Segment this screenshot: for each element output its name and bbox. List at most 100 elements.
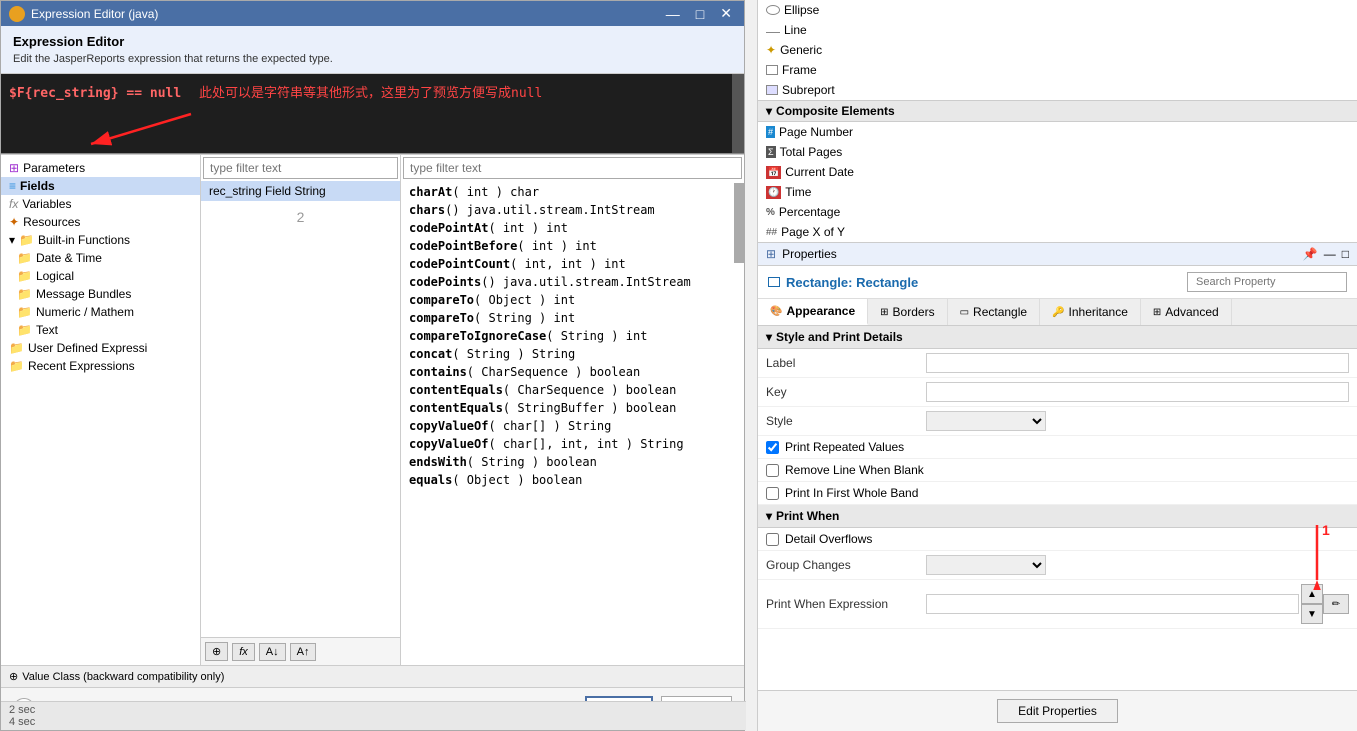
editor-title: Expression Editor <box>13 34 732 49</box>
composite-percentage[interactable]: % Percentage <box>758 202 1357 222</box>
methods-scrollbar-thumb[interactable] <box>734 183 744 263</box>
inheritance-tab-icon: 🔑 <box>1052 307 1064 318</box>
search-property-input[interactable] <box>1187 272 1347 292</box>
method-copyValueOf-arr-int-int[interactable]: copyValueOf( char[], int, int ) String <box>405 435 740 453</box>
tree-label-messagebundles: Message Bundles <box>36 287 131 301</box>
tree-item-builtins[interactable]: ▾ 📁 Built-in Functions <box>1 231 200 249</box>
composite-elements-label: Composite Elements <box>776 104 895 118</box>
middle-filter-input[interactable] <box>203 157 398 179</box>
method-endsWith[interactable]: endsWith( String ) boolean <box>405 453 740 471</box>
prop-min-button[interactable]: — <box>1324 247 1336 261</box>
methods-list: charAt( int ) char chars() java.util.str… <box>401 181 744 665</box>
line-icon <box>766 32 780 33</box>
svg-text:1: 1 <box>1322 522 1330 538</box>
method-compareTo-string[interactable]: compareTo( String ) int <box>405 309 740 327</box>
tree-item-recent[interactable]: 📁 Recent Expressions <box>1 357 200 375</box>
composite-current-date[interactable]: 📅 Current Date <box>758 162 1357 182</box>
percentage-icon: % <box>766 207 775 218</box>
element-frame[interactable]: Frame <box>758 60 1357 80</box>
composite-elements-header[interactable]: ▾ Composite Elements <box>758 101 1357 122</box>
tree-item-numeric[interactable]: 📁 Numeric / Mathem <box>1 303 200 321</box>
edit-properties-button[interactable]: Edit Properties <box>997 699 1118 723</box>
tree-item-fields[interactable]: ≡ Fields <box>1 177 200 195</box>
tree-label-datetime: Date & Time <box>36 251 102 265</box>
element-generic[interactable]: ✦ Generic <box>758 40 1357 60</box>
element-ellipse[interactable]: Ellipse <box>758 0 1357 20</box>
appearance-tab-icon: 🎨 <box>770 306 782 317</box>
method-equals[interactable]: equals( Object ) boolean <box>405 471 740 489</box>
composite-time-label: Time <box>785 185 811 199</box>
tree-label-text: Text <box>36 323 58 337</box>
composite-page-x-of-y[interactable]: ## Page X of Y <box>758 222 1357 242</box>
tree-item-userdefined[interactable]: 📁 User Defined Expressi <box>1 339 200 357</box>
print-first-band-checkbox[interactable] <box>766 487 779 500</box>
window-titlebar: Expression Editor (java) — □ ✕ <box>1 1 744 26</box>
method-copyValueOf-arr[interactable]: copyValueOf( char[] ) String <box>405 417 740 435</box>
close-button[interactable]: ✕ <box>716 5 736 22</box>
maximize-button[interactable]: □ <box>692 6 708 22</box>
tab-appearance[interactable]: 🎨 Appearance <box>758 299 868 325</box>
status-bar: 2 sec 4 sec <box>1 701 746 730</box>
method-contains[interactable]: contains( CharSequence ) boolean <box>405 363 740 381</box>
toolbar-fx-btn[interactable]: fx <box>232 643 255 661</box>
tab-rectangle[interactable]: ▭ Rectangle <box>948 299 1041 325</box>
method-codePointAt[interactable]: codePointAt( int ) int <box>405 219 740 237</box>
method-codePointBefore[interactable]: codePointBefore( int ) int <box>405 237 740 255</box>
prop-pin-button[interactable]: 📌 <box>1303 247 1318 261</box>
expr-edit-button[interactable]: ✏ <box>1323 594 1349 614</box>
tree-item-datetime[interactable]: 📁 Date & Time <box>1 249 200 267</box>
window-icon <box>9 6 25 22</box>
composite-time[interactable]: 🕐 Time <box>758 182 1357 202</box>
expr-scroll-down[interactable]: ▼ <box>1301 604 1323 624</box>
filter-item-recstring[interactable]: rec_string Field String <box>201 181 400 201</box>
tab-advanced[interactable]: ⊞ Advanced <box>1141 299 1232 325</box>
tab-borders[interactable]: ⊞ Borders <box>868 299 947 325</box>
tree-item-resources[interactable]: ✦ Resources <box>1 213 200 231</box>
time-icon: 🕐 <box>766 186 781 199</box>
element-subreport[interactable]: Subreport <box>758 80 1357 100</box>
method-compareToIgnoreCase[interactable]: compareToIgnoreCase( String ) int <box>405 327 740 345</box>
method-chars[interactable]: chars() java.util.stream.IntStream <box>405 201 740 219</box>
key-input[interactable] <box>926 382 1349 402</box>
method-codePoints[interactable]: codePoints() java.util.stream.IntStream <box>405 273 740 291</box>
tree-item-messagebundles[interactable]: 📁 Message Bundles <box>1 285 200 303</box>
style-section-header[interactable]: ▾ Style and Print Details <box>758 326 1357 349</box>
method-codePointCount[interactable]: codePointCount( int, int ) int <box>405 255 740 273</box>
remove-line-label: Remove Line When Blank <box>785 463 924 477</box>
tree-item-text[interactable]: 📁 Text <box>1 321 200 339</box>
element-line[interactable]: Line <box>758 20 1357 40</box>
status-line-2: 4 sec <box>9 716 738 728</box>
method-contentEquals-stringbuf[interactable]: contentEquals( StringBuffer ) boolean <box>405 399 740 417</box>
print-repeated-checkbox[interactable] <box>766 441 779 454</box>
method-contentEquals-charseq[interactable]: contentEquals( CharSequence ) boolean <box>405 381 740 399</box>
print-when-expr-input[interactable] <box>926 594 1299 614</box>
label-input[interactable] <box>926 353 1349 373</box>
group-changes-select[interactable] <box>926 555 1046 575</box>
label-field-label: Label <box>766 356 926 370</box>
tab-inheritance[interactable]: 🔑 Inheritance <box>1040 299 1141 325</box>
method-charAt[interactable]: charAt( int ) char <box>405 183 740 201</box>
toolbar-sort-za-btn[interactable]: A↑ <box>290 643 317 661</box>
composite-total-pages[interactable]: Σ Total Pages <box>758 142 1357 162</box>
toolbar-sort-az-btn[interactable]: A↓ <box>259 643 286 661</box>
properties-header: Rectangle: Rectangle <box>758 266 1357 299</box>
method-concat[interactable]: concat( String ) String <box>405 345 740 363</box>
tree-item-logical[interactable]: 📁 Logical <box>1 267 200 285</box>
value-class-bar[interactable]: ⊕ Value Class (backward compatibility on… <box>1 665 744 687</box>
expression-area[interactable]: $F{rec_string} == null 此处可以是字符串等其他形式，这里为… <box>1 74 744 154</box>
detail-overflows-checkbox[interactable] <box>766 533 779 546</box>
prop-max-button[interactable]: □ <box>1342 247 1349 261</box>
minimize-button[interactable]: — <box>662 6 684 22</box>
pagexy-icon: ## <box>766 227 777 238</box>
expr-scrollbar[interactable] <box>732 74 744 153</box>
toolbar-insert-btn[interactable]: ⊕ <box>205 642 228 661</box>
composite-page-number[interactable]: # Page Number <box>758 122 1357 142</box>
method-compareTo-object[interactable]: compareTo( Object ) int <box>405 291 740 309</box>
style-select[interactable] <box>926 411 1046 431</box>
remove-line-checkbox[interactable] <box>766 464 779 477</box>
properties-icon: ⊞ <box>766 247 776 261</box>
page-number-icon: # <box>766 126 775 138</box>
print-first-band-label: Print In First Whole Band <box>785 486 918 500</box>
method-filter-input[interactable] <box>403 157 742 179</box>
tree-item-variables[interactable]: fx Variables <box>1 195 200 213</box>
